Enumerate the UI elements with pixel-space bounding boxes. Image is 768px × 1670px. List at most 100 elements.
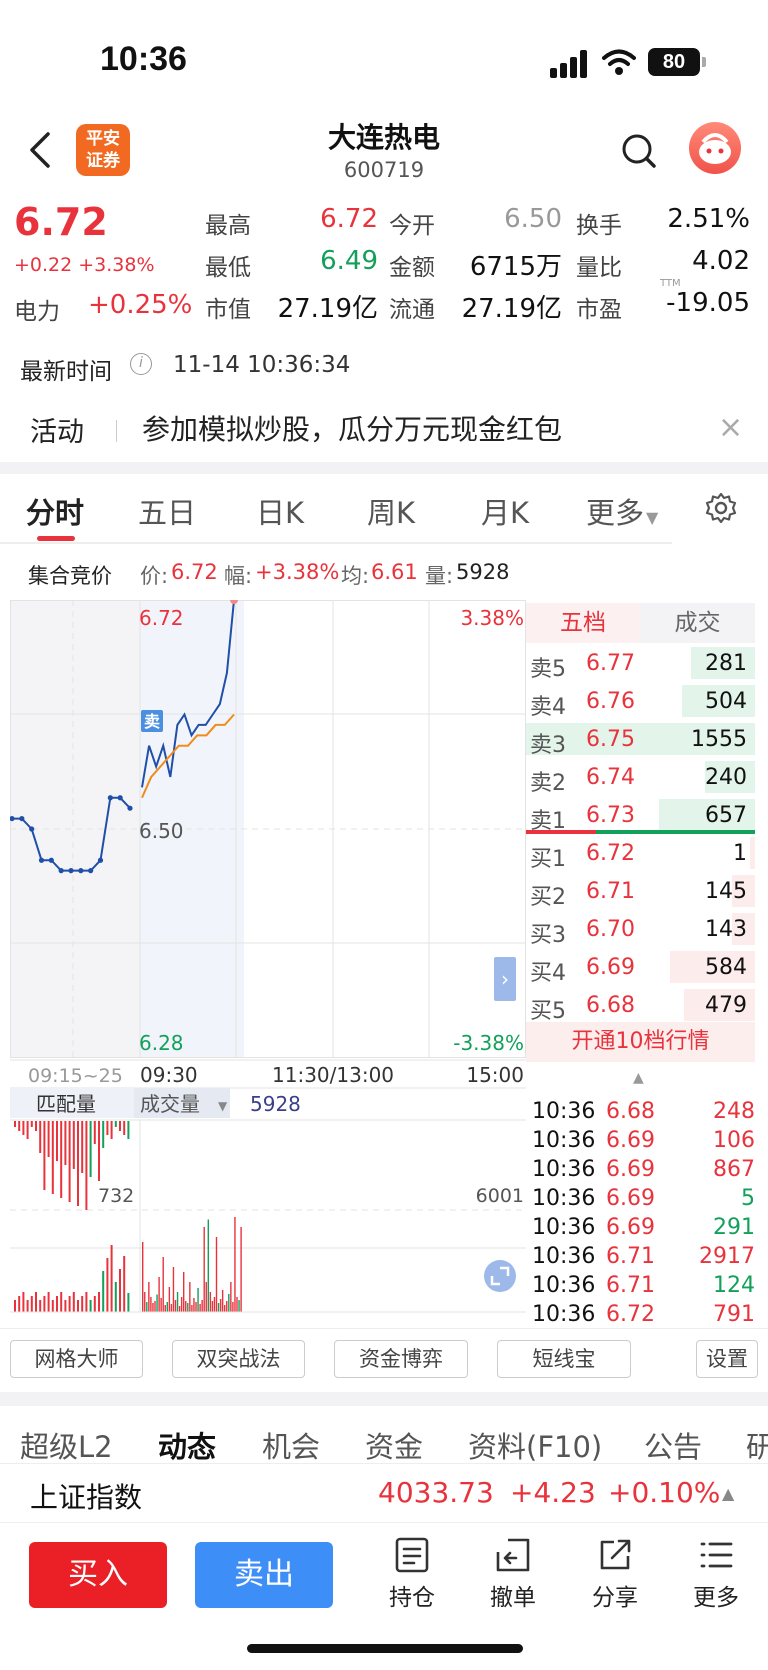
info-icon[interactable]: i [130,353,152,375]
tab-funds[interactable]: 资金 [365,1424,423,1466]
search-icon[interactable] [620,132,658,170]
volume-bar [152,1303,154,1312]
cancel-order-button[interactable]: 撤单 [473,1536,553,1612]
volume-value: 5928 [250,1092,301,1116]
caret-up-icon[interactable]: ▲ [633,1070,644,1086]
tab-opportunity[interactable]: 机会 [262,1424,320,1466]
volume-bar [193,1298,195,1312]
tab-daily-k[interactable]: 日K [256,490,304,532]
tab-research[interactable]: 研 [746,1424,768,1466]
open-level10-button[interactable]: 开通10档行情 [526,1022,755,1062]
document-icon [395,1537,429,1573]
tab-order-book[interactable]: 五档 [526,603,640,643]
volume-bar [191,1305,193,1312]
match-volume-bar [26,1121,29,1139]
bid-level-row[interactable]: 买3 6.70 143 [526,911,755,948]
match-volume-bar [14,1121,16,1127]
bid-level-row[interactable]: 买1 6.72 1 [526,835,755,872]
match-volume-bar [114,1121,117,1127]
tick-time: 10:36 [532,1302,596,1327]
short-line-button[interactable]: 短线宝 [497,1340,631,1378]
quote-field-value: 6715万 [469,252,562,282]
tab-super-l2[interactable]: 超级L2 [20,1424,113,1466]
volume-bar [187,1303,189,1312]
tick-volume: 5 [741,1186,755,1211]
bid-level-price: 6.72 [586,841,635,866]
cancel-order-label: 撤单 [490,1585,536,1611]
buy-button[interactable]: 买入 [29,1542,167,1608]
tab-announcement[interactable]: 公告 [644,1424,702,1466]
volume-bar [156,1294,158,1312]
match-volume-bar [64,1121,67,1165]
holdings-button[interactable]: 持仓 [372,1536,452,1612]
activity-banner-text[interactable]: 参加模拟炒股，瓜分万元现金红包 [142,408,562,448]
trade-tick-row: 10:36 6.69 291 [530,1215,755,1244]
match-volume-bar [22,1121,25,1135]
close-icon[interactable]: × [718,410,743,445]
caret-up-icon[interactable]: ▲ [722,1484,734,1503]
grid-master-button[interactable]: 网格大师 [10,1340,143,1378]
tick-time: 10:36 [532,1157,596,1182]
ask-level-row[interactable]: 卖1 6.73 657 [526,797,755,834]
tab-more[interactable]: 更多 ▼ [586,490,658,532]
fund-game-button[interactable]: 资金博弈 [334,1340,468,1378]
sell-button[interactable]: 卖出 [195,1542,333,1608]
auction-volume-bar [85,1292,88,1312]
bid-level-row[interactable]: 买4 6.69 584 [526,949,755,986]
menu-icon [700,1542,733,1568]
volume-bar [234,1217,236,1312]
tab-intraday[interactable]: 分时 [26,490,84,532]
more-label: 更多 [693,1585,739,1611]
ask-level-row[interactable]: 卖3 6.75 1555 [526,721,755,758]
quote-field-label: 最高 [205,213,251,239]
volume-bar [236,1297,238,1312]
tab-trades[interactable]: 成交 [640,603,755,643]
auction-point [68,868,74,874]
ask-level-row[interactable]: 卖4 6.76 504 [526,683,755,720]
quote-field-value: 6.72 [320,204,378,234]
match-volume-bar [106,1121,109,1135]
vol-right-label: 6001 [476,1185,524,1207]
more-button[interactable]: 更多 [676,1536,756,1612]
tick-price: 6.69 [606,1215,655,1240]
double-breakout-button[interactable]: 双突战法 [172,1340,305,1378]
match-volume-bar [60,1121,63,1198]
match-volume-bar [85,1121,88,1210]
match-volume-bar [89,1121,92,1177]
tab-weekly-k[interactable]: 周K [367,490,415,532]
sector-label[interactable]: 电力 [14,292,60,326]
auction-point [38,857,45,863]
expand-chart-button[interactable] [484,1260,516,1292]
volume-bar [166,1302,168,1312]
share-button[interactable]: 分享 [575,1536,655,1612]
settings-gear-icon[interactable] [705,492,737,524]
bid-level-price: 6.69 [586,955,635,980]
ask-level-row[interactable]: 卖2 6.74 240 [526,759,755,796]
match-volume-bar [123,1121,126,1135]
bid-level-row[interactable]: 买2 6.71 145 [526,873,755,910]
tab-f10[interactable]: 资料(F10) [468,1424,602,1466]
volume-bar [158,1277,160,1312]
match-volume-bar [98,1121,100,1181]
intraday-chart[interactable]: 6.72 6.50 6.28 3.38% -3.38% 卖 › 09:15~25… [10,600,526,1330]
volume-bar [183,1272,185,1312]
ask-level-row[interactable]: 卖5 6.77 281 [526,645,755,682]
battery-icon: 80 [648,48,706,76]
tab-five-day[interactable]: 五日 [138,490,196,532]
volume-bar [189,1282,191,1312]
tab-monthly-k[interactable]: 月K [481,490,529,532]
sector-change[interactable]: +0.25% [88,290,192,320]
volume-bar [148,1282,150,1312]
quote-field-value: 2.51% [667,204,750,234]
volume-bar [154,1301,156,1312]
info-avg: 6.61 [371,560,418,584]
bid-level-row[interactable]: 买5 6.68 479 [526,987,755,1024]
assistant-avatar-icon[interactable] [689,122,741,174]
avg-label: 均: [341,564,370,588]
tab-news[interactable]: 动态 [158,1424,216,1466]
auction-volume-bar [35,1292,37,1312]
volume-bar [185,1301,187,1312]
tools-settings-button[interactable]: 设置 [696,1340,758,1378]
auction-volume-bar [114,1282,117,1312]
index-name[interactable]: 上证指数 [30,1476,142,1516]
